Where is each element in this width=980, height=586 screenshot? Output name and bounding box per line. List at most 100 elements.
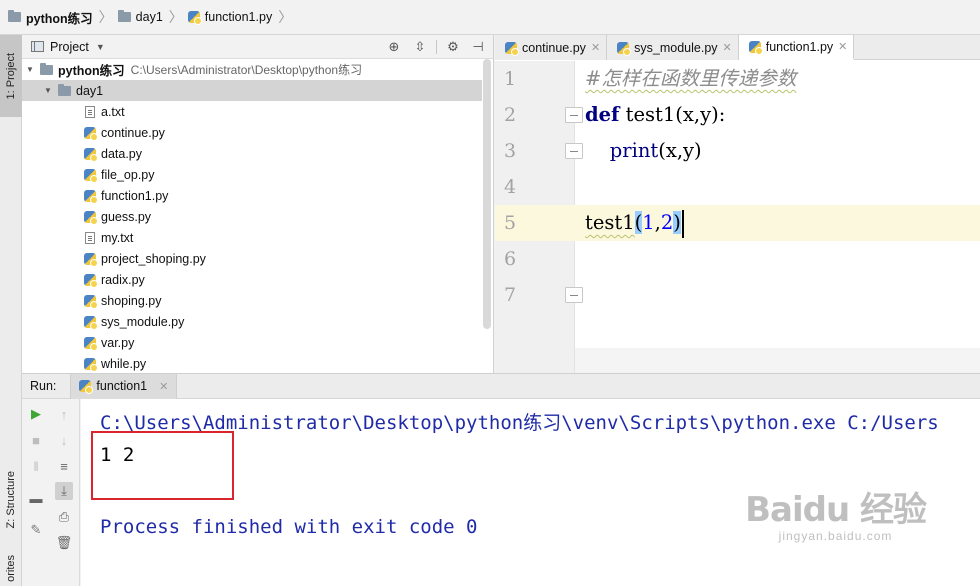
fold-marker-icon[interactable]	[565, 107, 583, 123]
rerun-icon[interactable]: ▶	[27, 405, 45, 423]
up-arrow-icon[interactable]: ↑	[55, 405, 73, 423]
run-tab-function1[interactable]: function1 ✕	[70, 373, 178, 399]
tree-file-item[interactable]: shoping.py	[22, 290, 482, 311]
tool-tab-project[interactable]: 1: Project	[0, 35, 22, 117]
expand-arrow-icon[interactable]: ▼	[42, 86, 54, 95]
code-line-5: test1(1,2)	[575, 205, 980, 241]
gear-icon[interactable]: ⚙	[445, 39, 461, 55]
python-file-icon	[84, 126, 98, 141]
chevron-right-icon: 〉	[278, 9, 293, 25]
chevron-right-icon: 〉	[98, 9, 113, 25]
code-line-3: print(x,y)	[609, 139, 702, 162]
pin-icon[interactable]: ✎	[27, 521, 45, 539]
breadcrumb-project[interactable]: python练习 〉	[8, 7, 118, 27]
console-exit-line: Process finished with exit code 0	[100, 516, 478, 538]
python-file-icon	[84, 357, 98, 372]
python-file-icon	[187, 11, 202, 25]
line-number: 6	[503, 248, 517, 270]
python-file-icon	[748, 40, 763, 55]
editor-tab[interactable]: continue.py ✕	[495, 35, 608, 60]
folder-icon	[58, 83, 71, 96]
editor-gutter-bottom	[495, 348, 575, 373]
toolbar-divider	[436, 40, 437, 54]
python-file-icon	[84, 168, 98, 183]
line-number: 5	[503, 212, 517, 234]
stop-icon[interactable]: ■	[27, 431, 45, 449]
print-icon[interactable]: ⎙	[55, 508, 73, 526]
fold-marker-icon[interactable]	[565, 287, 583, 303]
tree-root[interactable]: ▼ python练习 C:\Users\Administrator\Deskto…	[22, 59, 482, 80]
code-area[interactable]: #怎样在函数里传递参数 def test1(x,y): print(x,y) t…	[575, 61, 980, 348]
python-file-icon	[505, 41, 519, 56]
tree-file-item[interactable]: my.txt	[22, 227, 482, 248]
tree-file-item[interactable]: guess.py	[22, 206, 482, 227]
folder-icon	[40, 62, 53, 75]
text-file-icon	[85, 105, 95, 118]
restore-layout-icon[interactable]: ▬	[27, 489, 45, 507]
editor-tab-bar: continue.py ✕ sys_module.py ✕ function1.py ✕	[495, 35, 980, 60]
tree-file-item[interactable]: while.py	[22, 353, 482, 372]
tree-file-item[interactable]: sys_module.py	[22, 311, 482, 332]
down-arrow-icon[interactable]: ↓	[55, 431, 73, 449]
tree-folder-day1[interactable]: ▼ day1	[22, 80, 482, 101]
line-number: 2	[503, 104, 517, 126]
run-panel-header: Run: function1 ✕	[22, 373, 980, 399]
tree-file-item[interactable]: file_op.py	[22, 164, 482, 185]
editor-tab[interactable]: sys_module.py ✕	[607, 35, 739, 60]
editor-tab[interactable]: function1.py ✕	[738, 35, 855, 60]
line-number: 7	[503, 284, 517, 306]
soft-wrap-icon[interactable]: ≡	[55, 457, 73, 475]
code-line-2: def test1(x,y):	[585, 103, 726, 126]
folder-icon	[117, 10, 131, 22]
trash-icon[interactable]: 🗑	[55, 534, 73, 552]
tree-file-item[interactable]: project_shoping.py	[22, 248, 482, 269]
close-icon[interactable]: ✕	[159, 380, 168, 393]
project-tree: ▼ python练习 C:\Users\Administrator\Deskto…	[22, 59, 493, 372]
close-icon[interactable]: ✕	[591, 41, 600, 54]
tree-file-item[interactable]: function1.py	[22, 185, 482, 206]
editor-gutter: 1 2 3 4 5 6 7	[495, 61, 575, 348]
project-view-icon	[31, 41, 44, 52]
python-file-icon	[84, 147, 98, 162]
tree-scrollbar[interactable]	[483, 59, 491, 329]
breadcrumb-file[interactable]: function1.py 〉	[187, 7, 297, 27]
fold-marker-icon[interactable]	[565, 143, 583, 159]
text-file-icon	[85, 231, 95, 244]
text-cursor	[681, 209, 684, 238]
tree-file-item[interactable]: a.txt	[22, 101, 482, 122]
close-icon[interactable]: ✕	[838, 40, 847, 53]
editor-empty-area	[495, 348, 980, 373]
collapse-all-icon[interactable]: ⇳	[412, 39, 428, 55]
pause-icon[interactable]: ‖	[27, 457, 45, 475]
close-icon[interactable]: ✕	[723, 41, 732, 54]
python-file-icon	[79, 380, 94, 394]
highlight-box-annotation	[91, 431, 234, 500]
breadcrumb: python练习 〉 day1 〉 function1.py 〉	[0, 0, 980, 35]
scroll-to-end-icon[interactable]: ⤓	[55, 482, 73, 500]
expand-arrow-icon[interactable]: ▼	[24, 65, 36, 74]
project-view-selector[interactable]: Project	[50, 40, 89, 54]
tree-file-item[interactable]: data.py	[22, 143, 482, 164]
run-toolbar: ▶ ■ ‖ ▬ ✎ ↑ ↓ ≡ ⤓ ⎙ 🗑	[22, 399, 80, 586]
python-file-icon	[84, 315, 98, 330]
left-tool-strip: 1: Project Z: Structure orites	[0, 35, 22, 586]
tool-tab-favorites[interactable]: orites	[0, 555, 22, 586]
baidu-jingyan-watermark: Baidu 经验 jingyan.baidu.com	[745, 490, 927, 543]
tool-tab-structure[interactable]: Z: Structure	[0, 450, 22, 550]
project-panel: Project ▼ ⊕ ⇳ ⚙ ⊣ ▼ python练习 C:\Users\Ad…	[22, 35, 494, 373]
python-file-icon	[84, 273, 98, 288]
code-line-1: #怎样在函数里传递参数	[585, 67, 797, 90]
hide-panel-icon[interactable]: ⊣	[470, 39, 486, 55]
tree-file-item[interactable]: continue.py	[22, 122, 482, 143]
line-number: 4	[503, 176, 517, 198]
line-number: 1	[503, 68, 517, 90]
tree-file-item[interactable]: radix.py	[22, 269, 482, 290]
breadcrumb-folder[interactable]: day1 〉	[117, 7, 188, 27]
crosshair-icon[interactable]: ⊕	[386, 39, 402, 55]
python-file-icon	[84, 210, 98, 225]
tree-file-item[interactable]: var.py	[22, 332, 482, 353]
chevron-down-icon[interactable]: ▼	[96, 42, 105, 52]
